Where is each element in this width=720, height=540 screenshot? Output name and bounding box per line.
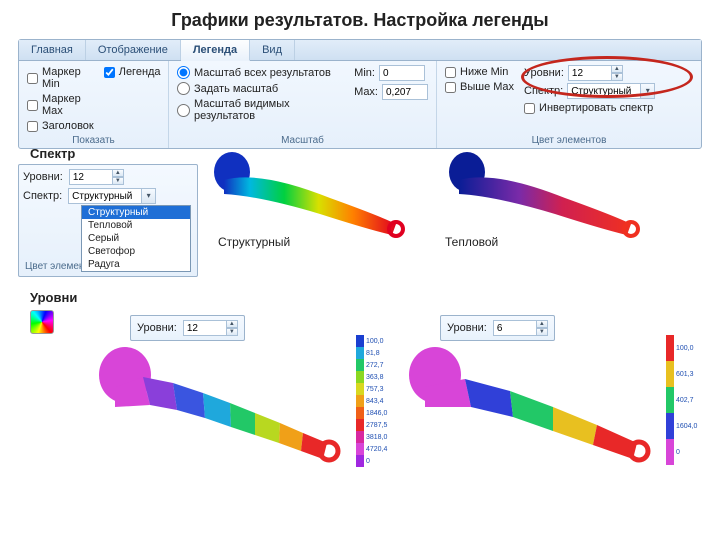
section-spectrum-label: Спектр bbox=[30, 146, 75, 161]
mini-spectrum-combo[interactable]: ▾ bbox=[68, 188, 156, 204]
mini-spectrum-panel: Уровни: ▲▼ Спектр: ▾ Цвет элементов Стру… bbox=[18, 164, 198, 277]
caption-structural: Структурный bbox=[218, 235, 290, 249]
tab-legend[interactable]: Легенда bbox=[181, 40, 250, 61]
chk-below-min[interactable]: Ниже Min bbox=[445, 65, 514, 79]
levels-panel-12: Уровни: ▲▼ bbox=[130, 315, 245, 341]
group-show-title: Показать bbox=[27, 133, 160, 146]
radio-scale-set[interactable]: Задать масштаб bbox=[177, 81, 344, 96]
mini-levels-label: Уровни: bbox=[23, 171, 63, 183]
lp2-spinner[interactable]: ▲▼ bbox=[493, 320, 548, 336]
chk-marker-min[interactable]: Маркер Min bbox=[27, 65, 94, 91]
opt-rainbow[interactable]: Радуга bbox=[82, 258, 190, 271]
caption-thermal: Тепловой bbox=[445, 235, 498, 249]
chevron-down-icon[interactable]: ▼ bbox=[226, 328, 238, 336]
chevron-down-icon[interactable]: ▼ bbox=[536, 328, 548, 336]
chevron-up-icon[interactable]: ▲ bbox=[226, 320, 238, 328]
radio-scale-visible[interactable]: Масштаб видимых результатов bbox=[177, 97, 344, 123]
radio-scale-all[interactable]: Масштаб всех результатов bbox=[177, 65, 344, 80]
chk-above-max[interactable]: Выше Max bbox=[445, 80, 514, 94]
scale-max-input[interactable] bbox=[382, 84, 428, 100]
legend-6: 100,0 601,3 402,7 1604,0 0 bbox=[666, 335, 697, 465]
tab-main[interactable]: Главная bbox=[19, 40, 86, 60]
model-levels-6 bbox=[405, 345, 660, 478]
levels-panel-6: Уровни: ▲▼ bbox=[440, 315, 555, 341]
scale-min-label: Min: bbox=[354, 67, 375, 79]
section-levels-label: Уровни bbox=[30, 290, 77, 305]
chk-legend[interactable]: Легенда bbox=[104, 65, 161, 79]
model-thermal bbox=[445, 150, 645, 243]
mini-levels-spinner[interactable]: ▲▼ bbox=[69, 169, 124, 185]
opt-structural[interactable]: Структурный bbox=[82, 206, 190, 219]
model-structural bbox=[210, 150, 410, 243]
chevron-down-icon[interactable]: ▼ bbox=[112, 177, 124, 185]
chevron-down-icon[interactable]: ▾ bbox=[142, 188, 156, 204]
chevron-up-icon[interactable]: ▲ bbox=[112, 169, 124, 177]
lp1-spinner[interactable]: ▲▼ bbox=[183, 320, 238, 336]
chevron-up-icon[interactable]: ▲ bbox=[536, 320, 548, 328]
tab-view[interactable]: Вид bbox=[250, 40, 295, 60]
scale-min-input[interactable] bbox=[379, 65, 425, 81]
opt-traffic[interactable]: Светофор bbox=[82, 245, 190, 258]
opt-gray[interactable]: Серый bbox=[82, 232, 190, 245]
opt-thermal[interactable]: Тепловой bbox=[82, 219, 190, 232]
scale-max-label: Max: bbox=[354, 86, 378, 98]
chk-invert[interactable]: Инвертировать спектр bbox=[524, 101, 655, 115]
highlight-oval bbox=[521, 56, 693, 98]
lp1-label: Уровни: bbox=[137, 322, 177, 334]
group-scale: Масштаб всех результатов Задать масштаб … bbox=[169, 61, 437, 148]
tab-display[interactable]: Отображение bbox=[86, 40, 181, 60]
chk-header[interactable]: Заголовок bbox=[27, 119, 94, 133]
group-scale-title: Масштаб bbox=[177, 133, 428, 146]
page-title: Графики результатов. Настройка легенды bbox=[0, 0, 720, 39]
levels-thumb-icon bbox=[30, 310, 54, 334]
spectrum-dropdown[interactable]: Структурный Тепловой Серый Светофор Раду… bbox=[81, 205, 191, 272]
model-levels-12 bbox=[95, 345, 350, 478]
group-show: Маркер Min Маркер Max Заголовок Легенда … bbox=[19, 61, 169, 148]
group-colors-title: Цвет элементов bbox=[445, 133, 693, 146]
mini-spectrum-label: Спектр: bbox=[23, 190, 62, 202]
legend-12: 100,0 81,8 272,7 363,8 757,3 843,4 1846,… bbox=[356, 335, 387, 467]
chk-marker-max[interactable]: Маркер Max bbox=[27, 92, 94, 118]
lp2-label: Уровни: bbox=[447, 322, 487, 334]
